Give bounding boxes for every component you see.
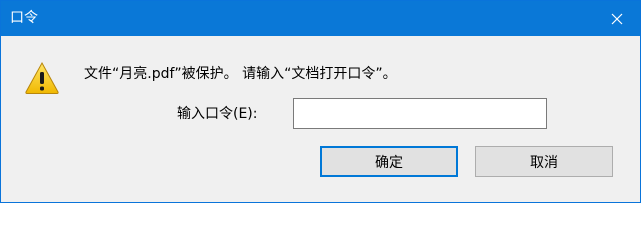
password-input[interactable] [293, 98, 547, 129]
password-dialog: 口令 文件“月亮.pdf”被保护。 请输入“文档打开口令”。 输入口令(E): … [0, 0, 641, 203]
password-label: 输入口令(E): [177, 106, 258, 122]
title-bar[interactable]: 口令 [1, 1, 640, 36]
protection-message: 文件“月亮.pdf”被保护。 请输入“文档打开口令”。 [84, 66, 397, 82]
dialog-body: 文件“月亮.pdf”被保护。 请输入“文档打开口令”。 输入口令(E): 确定 … [1, 36, 640, 202]
warning-icon [25, 61, 59, 94]
cancel-button[interactable]: 取消 [475, 146, 613, 177]
ok-button[interactable]: 确定 [320, 146, 458, 177]
window-title: 口令 [10, 10, 38, 26]
close-icon [611, 13, 623, 24]
close-button[interactable] [594, 1, 640, 36]
